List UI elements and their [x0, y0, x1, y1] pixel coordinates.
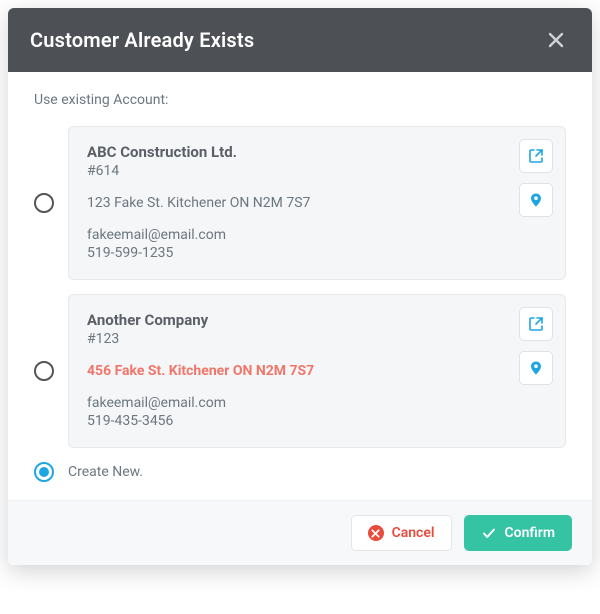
account-id: #123: [87, 331, 547, 347]
cancel-button[interactable]: Cancel: [351, 515, 452, 551]
cancel-label: Cancel: [392, 525, 435, 541]
account-card[interactable]: ABC Construction Ltd. #614 123 Fake St. …: [68, 126, 566, 280]
account-card[interactable]: Another Company #123 456 Fake St. Kitche…: [68, 294, 566, 448]
customer-exists-modal: Customer Already Exists Use existing Acc…: [8, 8, 592, 565]
modal-title: Customer Already Exists: [30, 28, 254, 52]
radio-account-1[interactable]: [34, 361, 54, 381]
check-icon: [481, 525, 497, 541]
map-pin-button[interactable]: [519, 183, 553, 217]
x-icon: [371, 529, 380, 538]
modal-footer: Cancel Confirm: [8, 500, 592, 565]
modal-body: Use existing Account: ABC Construction L…: [8, 72, 592, 500]
close-icon: [547, 31, 565, 49]
confirm-button[interactable]: Confirm: [464, 515, 572, 551]
account-email: fakeemail@email.com: [87, 227, 547, 243]
create-new-label: Create New.: [68, 464, 143, 480]
account-id: #614: [87, 163, 547, 179]
confirm-label: Confirm: [505, 525, 555, 541]
account-name: ABC Construction Ltd.: [87, 143, 547, 161]
map-pin-icon: [528, 360, 544, 376]
account-phone: 519-435-3456: [87, 413, 547, 429]
open-external-icon: [528, 148, 544, 164]
map-pin-icon: [528, 192, 544, 208]
account-address: 456 Fake St. Kitchener ON N2M 7S7: [87, 363, 547, 379]
open-external-button[interactable]: [519, 307, 553, 341]
open-external-button[interactable]: [519, 139, 553, 173]
close-button[interactable]: [542, 26, 570, 54]
account-option: Another Company #123 456 Fake St. Kitche…: [34, 294, 566, 448]
card-actions: [519, 307, 553, 385]
modal-header: Customer Already Exists: [8, 8, 592, 72]
card-actions: [519, 139, 553, 217]
map-pin-button[interactable]: [519, 351, 553, 385]
prompt-text: Use existing Account:: [34, 92, 566, 108]
create-new-option: Create New.: [34, 462, 566, 482]
account-option: ABC Construction Ltd. #614 123 Fake St. …: [34, 126, 566, 280]
open-external-icon: [528, 316, 544, 332]
cancel-circle-icon: [368, 525, 384, 541]
radio-account-0[interactable]: [34, 193, 54, 213]
account-phone: 519-599-1235: [87, 245, 547, 261]
radio-create-new[interactable]: [34, 462, 54, 482]
account-name: Another Company: [87, 311, 547, 329]
account-address: 123 Fake St. Kitchener ON N2M 7S7: [87, 195, 547, 211]
account-email: fakeemail@email.com: [87, 395, 547, 411]
